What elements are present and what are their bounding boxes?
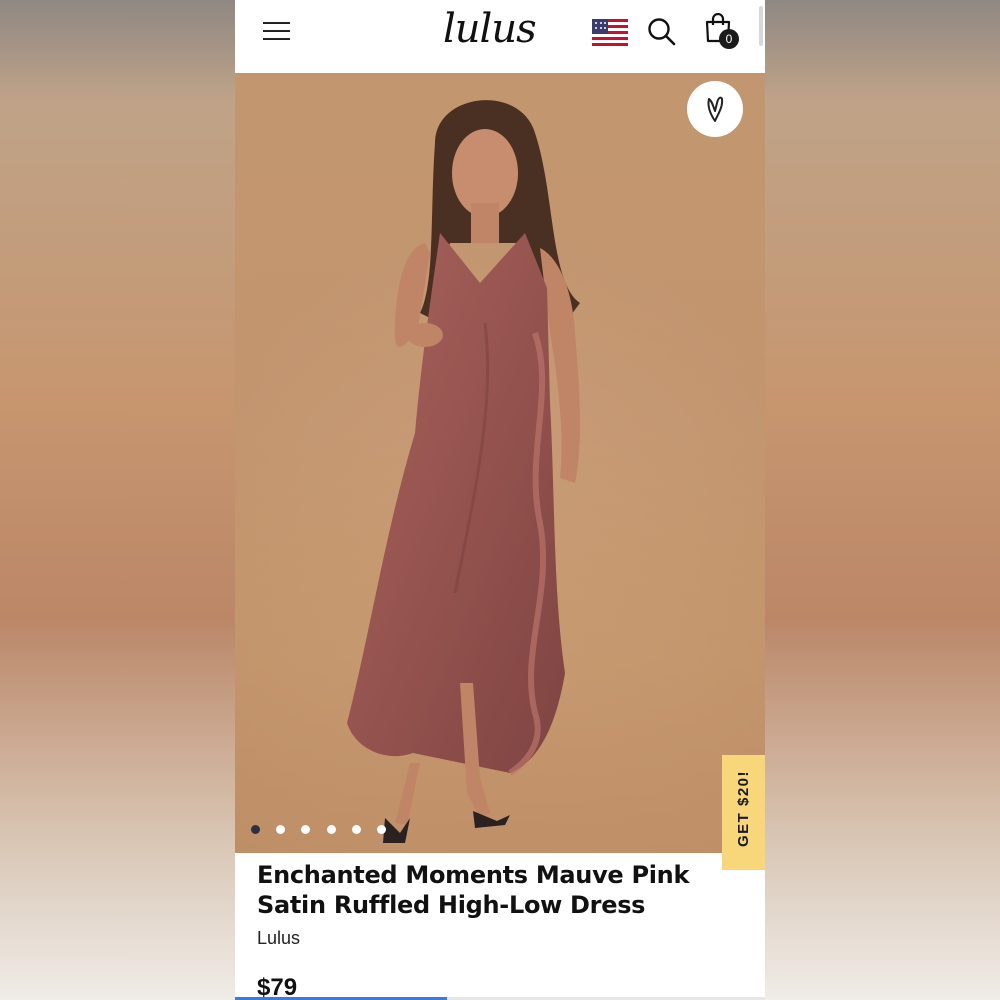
flag-icon[interactable]	[592, 19, 628, 47]
carousel-dot[interactable]	[276, 825, 285, 834]
product-photo	[235, 73, 765, 853]
scrollbar[interactable]	[759, 6, 763, 46]
wishlist-button[interactable]	[687, 81, 743, 137]
site-header: lulus 0	[235, 0, 765, 73]
carousel-dot[interactable]	[251, 825, 260, 834]
background-right-blur	[765, 0, 1000, 1000]
carousel-dot[interactable]	[327, 825, 336, 834]
product-title: Enchanted Moments Mauve Pink Satin Ruffl…	[257, 861, 690, 919]
promo-label: GET $20!	[735, 769, 752, 848]
logo[interactable]: lulus	[443, 4, 553, 54]
mobile-screen: lulus 0 GET $20! Enchanted Moments Mauve…	[235, 0, 765, 1000]
background-left-blur	[0, 0, 235, 1000]
heart-icon	[707, 96, 724, 122]
carousel-dot[interactable]	[377, 825, 386, 834]
carousel-dot[interactable]	[301, 825, 310, 834]
carousel-dot[interactable]	[352, 825, 361, 834]
product-image-carousel[interactable]	[235, 73, 765, 853]
search-icon[interactable]	[647, 17, 677, 47]
shopping-bag-icon[interactable]: 0	[704, 13, 744, 51]
promo-tab[interactable]: GET $20!	[722, 755, 765, 870]
menu-icon[interactable]	[263, 20, 291, 42]
cart-count-badge: 0	[719, 29, 739, 49]
product-brand[interactable]: Lulus	[257, 928, 300, 949]
